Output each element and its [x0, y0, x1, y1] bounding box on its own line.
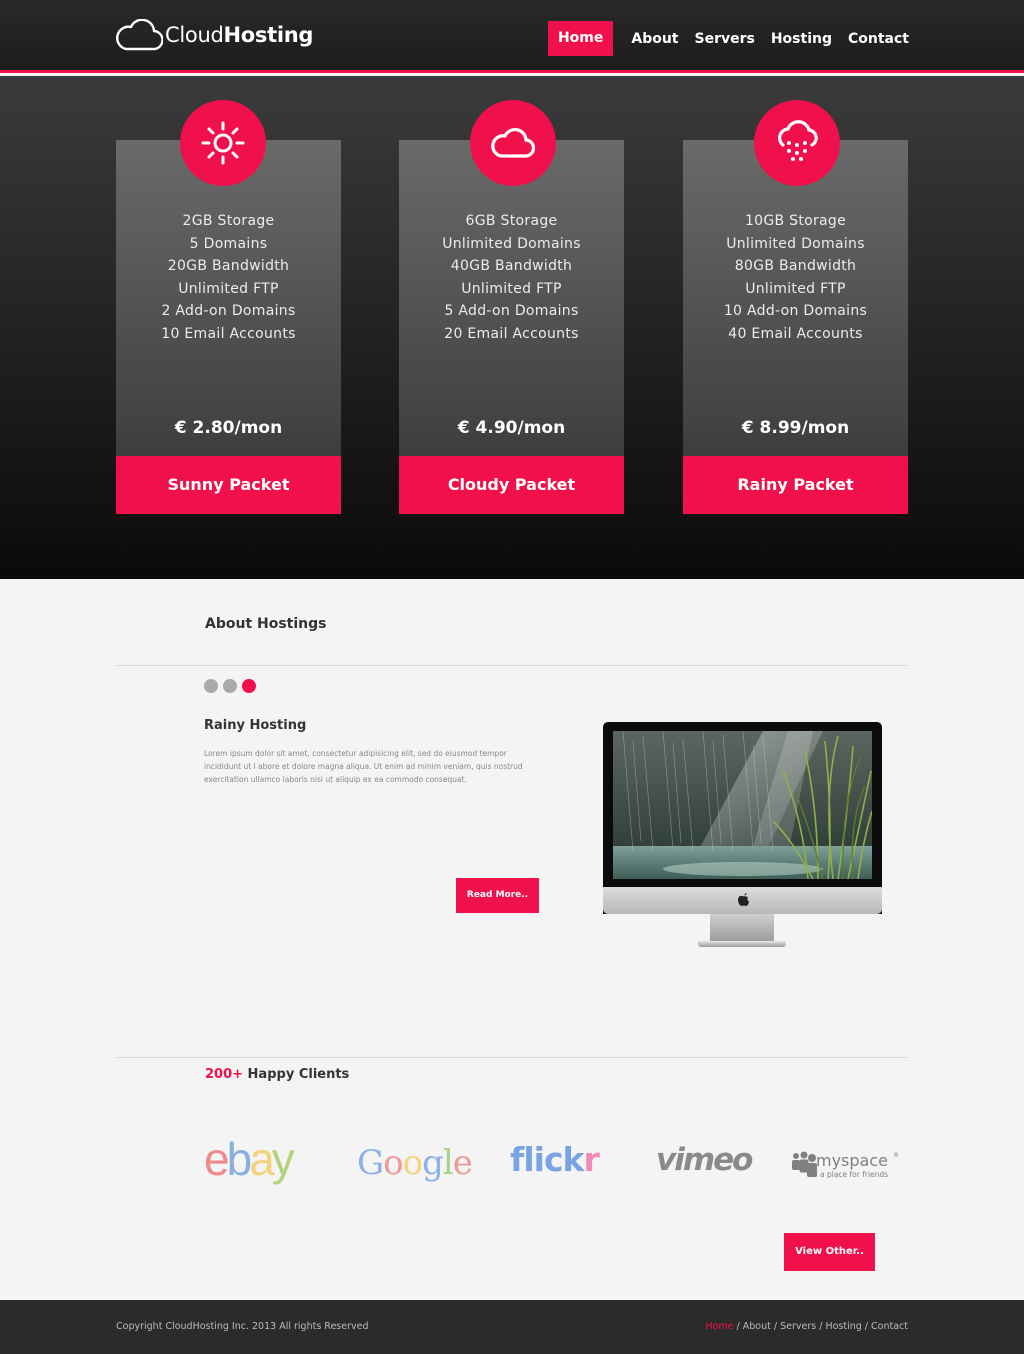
plan-feature: Unlimited FTP	[745, 280, 846, 297]
clients-count: 200+	[205, 1067, 244, 1082]
site-footer: Copyright CloudHosting Inc. 2013 All rig…	[0, 1300, 1024, 1354]
imac-frame	[603, 722, 882, 914]
rain-photo	[613, 731, 872, 879]
imac-stand	[710, 914, 774, 942]
plan-feature: 2GB Storage	[182, 213, 275, 229]
plan-price: € 4.90/mon	[457, 418, 566, 438]
plan-feature: 40GB Bandwidth	[450, 258, 573, 274]
slider-dot-3-active[interactable]	[242, 679, 256, 693]
apple-logo-icon	[738, 893, 749, 906]
imac-chin	[603, 887, 882, 914]
myspace-logo-mark: myspace ® a place for friends	[792, 1151, 899, 1179]
view-other-button[interactable]: View Other..	[784, 1233, 875, 1271]
clients-label: Happy Clients	[243, 1067, 350, 1082]
svg-text:flickr: flickr	[510, 1140, 601, 1179]
flickr-logo[interactable]: flickr	[509, 1138, 624, 1186]
logo-text-bold: Hosting	[223, 23, 314, 47]
svg-text:ebay: ebay	[204, 1133, 295, 1185]
logo-text-light: Cloud	[165, 23, 224, 47]
plan-features: 10GB Storage Unlimited Domains 80GB Band…	[683, 210, 908, 345]
footer-link-hosting[interactable]: Hosting	[825, 1321, 861, 1332]
vimeo-logo-mark: vimeo	[656, 1142, 755, 1178]
svg-text:vimeo: vimeo	[656, 1142, 753, 1178]
nav-servers[interactable]: Servers	[695, 22, 755, 56]
footer-link-servers[interactable]: Servers	[780, 1321, 816, 1332]
plan-feature: Unlimited FTP	[178, 280, 279, 297]
svg-text:a place for friends: a place for friends	[820, 1170, 888, 1179]
plan-features: 6GB Storage Unlimited Domains 40GB Bandw…	[399, 210, 624, 345]
plan-price: € 8.99/mon	[741, 418, 850, 438]
plan-price: € 2.80/mon	[174, 418, 283, 438]
google-logo-mark: Google	[357, 1143, 473, 1183]
slider-dot-1[interactable]	[204, 679, 218, 693]
footer-link-about[interactable]: About	[743, 1321, 771, 1332]
slide-title: Rainy Hosting	[204, 718, 307, 733]
plan-feature: 5 Add-on Domains	[444, 303, 579, 319]
imac-image	[603, 722, 882, 948]
plan-icon-badge	[180, 100, 266, 186]
ebay-logo-mark: ebay	[204, 1133, 298, 1185]
plan-feature: 5 Domains	[189, 235, 268, 252]
google-logo[interactable]: Google	[356, 1136, 476, 1192]
plan-icon-badge	[470, 100, 556, 186]
slider-dots	[204, 679, 261, 693]
plan-feature: Unlimited FTP	[461, 280, 562, 297]
nav-about[interactable]: About	[631, 22, 678, 56]
nav-hosting[interactable]: Hosting	[771, 22, 832, 56]
svg-text:Google: Google	[357, 1143, 472, 1183]
plan-feature: Unlimited Domains	[726, 235, 865, 252]
plan-feature: 10 Email Accounts	[161, 325, 296, 342]
plan-feature: 20 Email Accounts	[444, 325, 579, 342]
plan-feature: 20GB Bandwidth	[167, 258, 290, 274]
svg-text:®: ®	[893, 1152, 899, 1159]
section-title-clients: 200+ Happy Clients	[205, 1067, 349, 1082]
sun-icon	[201, 121, 245, 165]
plan-features: 2GB Storage 5 Domains 20GB Bandwidth Unl…	[116, 210, 341, 345]
read-more-button[interactable]: Read More..	[456, 878, 539, 913]
plan-feature: 6GB Storage	[465, 213, 558, 229]
section-title-about: About Hostings	[205, 616, 327, 632]
nav-contact[interactable]: Contact	[848, 22, 909, 56]
plan-feature: 10GB Storage	[744, 213, 847, 229]
ebay-logo[interactable]: ebay	[204, 1132, 324, 1191]
plan-card-sunny: 2GB Storage 5 Domains 20GB Bandwidth Unl…	[116, 100, 341, 514]
flickr-logo-mark: flickr	[510, 1140, 602, 1179]
slide-description: Lorem ipsum dolor sit amet, consectetur …	[204, 749, 523, 784]
rain-cloud-icon	[778, 120, 818, 161]
plan-card-rainy: 10GB Storage Unlimited Domains 80GB Band…	[683, 100, 908, 514]
site-header: CloudHosting Home About Servers Hosting …	[0, 0, 1024, 73]
plan-button-sunny[interactable]: Sunny Packet	[116, 456, 341, 514]
plan-feature: 2 Add-on Domains	[161, 303, 296, 319]
cloud-icon	[491, 127, 536, 158]
site-logo[interactable]: CloudHosting	[115, 18, 313, 52]
footer-nav: Home / About / Servers / Hosting / Conta…	[705, 1321, 908, 1332]
copyright-text: Copyright CloudHosting Inc. 2013 All rig…	[116, 1321, 369, 1332]
footer-link-home[interactable]: Home	[705, 1321, 733, 1332]
plan-button-cloudy[interactable]: Cloudy Packet	[399, 456, 624, 514]
slider-dot-2[interactable]	[223, 679, 237, 693]
myspace-logo[interactable]: myspace ® a place for friends	[790, 1148, 902, 1188]
plan-feature: 40 Email Accounts	[728, 325, 863, 342]
plan-button-rainy[interactable]: Rainy Packet	[683, 456, 908, 514]
plan-feature: 10 Add-on Domains	[723, 303, 868, 319]
plan-feature: Unlimited Domains	[442, 235, 581, 252]
vimeo-logo[interactable]: vimeo	[655, 1140, 755, 1184]
footer-link-contact[interactable]: Contact	[871, 1321, 908, 1332]
imac-base	[698, 941, 786, 947]
plan-feature: 80GB Bandwidth	[734, 258, 857, 274]
plan-icon-badge	[754, 100, 840, 186]
plan-card-cloudy: 6GB Storage Unlimited Domains 40GB Bandw…	[399, 100, 624, 514]
main-nav: Home About Servers Hosting Contact	[547, 21, 909, 56]
svg-text:myspace: myspace	[816, 1151, 888, 1170]
cloud-logo-icon	[116, 19, 163, 51]
logo-text: CloudHosting	[165, 23, 313, 47]
pricing-section: 2GB Storage 5 Domains 20GB Bandwidth Unl…	[0, 76, 1024, 579]
divider	[116, 1057, 907, 1058]
nav-home[interactable]: Home	[547, 21, 614, 56]
divider	[116, 665, 907, 666]
